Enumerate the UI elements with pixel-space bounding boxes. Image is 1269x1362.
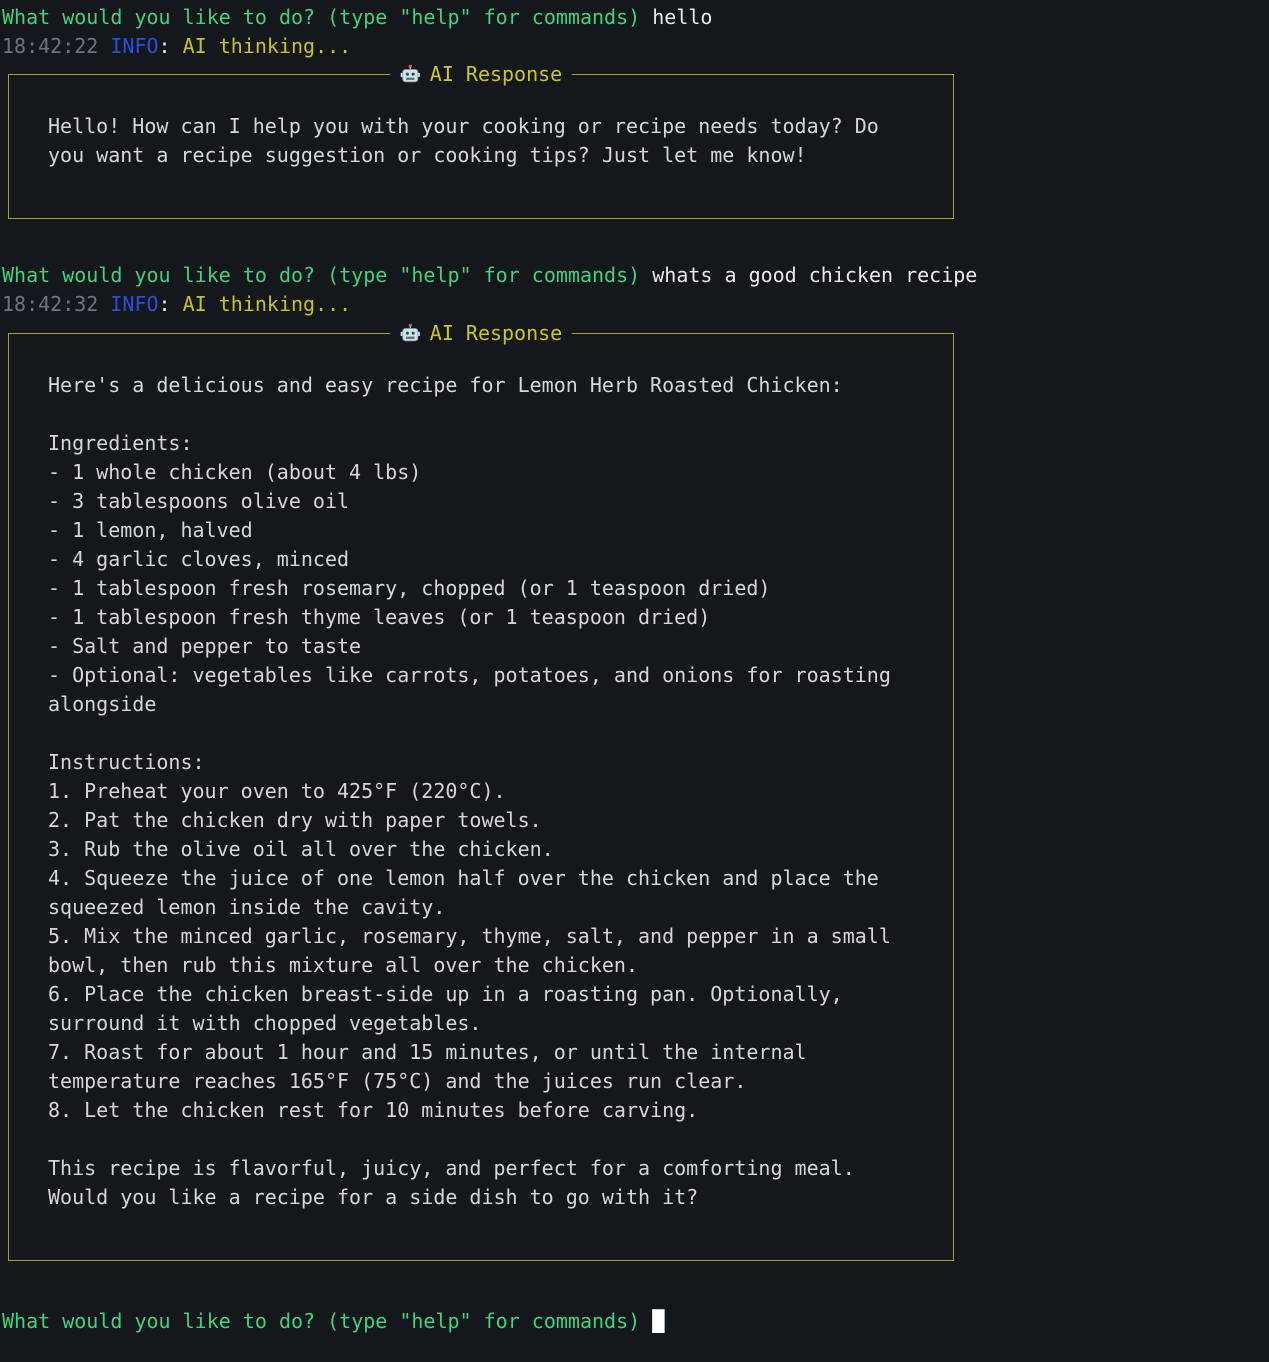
panel-title-label: AI Response (430, 319, 562, 348)
log-separator: : (159, 34, 171, 58)
timestamp: 18:42:32 (2, 292, 98, 316)
robot-icon (400, 64, 421, 85)
prompt-line-2: What would you like to do? (type "help" … (2, 261, 1269, 290)
robot-icon (400, 323, 421, 344)
timestamp: 18:42:22 (2, 34, 98, 58)
prompt-question: What would you like to do? (type "help" … (2, 1309, 640, 1333)
prompt-question: What would you like to do? (type "help" … (2, 263, 640, 287)
log-message: AI thinking... (183, 292, 352, 316)
log-line-2: 18:42:32 INFO: AI thinking... (2, 290, 1269, 319)
log-level: INFO (110, 34, 158, 58)
panel-title-2: AI Response (390, 319, 572, 348)
log-separator: : (159, 292, 171, 316)
ai-response-panel-1: AI Response Hello! How can I help you wi… (8, 74, 954, 219)
prompt-line-1: What would you like to do? (type "help" … (2, 3, 1269, 32)
prompt-question: What would you like to do? (type "help" … (2, 5, 640, 29)
user-input-2: whats a good chicken recipe (652, 263, 977, 287)
log-line-1: 18:42:22 INFO: AI thinking... (2, 32, 1269, 61)
ai-response-text-1: Hello! How can I help you with your cook… (9, 75, 953, 218)
ai-response-text-2: Here's a delicious and easy recipe for L… (9, 334, 953, 1260)
terminal-screen: What would you like to do? (type "help" … (0, 0, 1269, 1362)
user-input-1: hello (652, 5, 712, 29)
panel-title-label: AI Response (430, 60, 562, 89)
ai-response-panel-2: AI Response Here's a delicious and easy … (8, 333, 954, 1261)
text-cursor[interactable]: █ (652, 1309, 664, 1333)
log-level: INFO (110, 292, 158, 316)
active-prompt-line[interactable]: What would you like to do? (type "help" … (2, 1307, 1269, 1336)
panel-title-1: AI Response (390, 60, 572, 89)
log-message: AI thinking... (183, 34, 352, 58)
